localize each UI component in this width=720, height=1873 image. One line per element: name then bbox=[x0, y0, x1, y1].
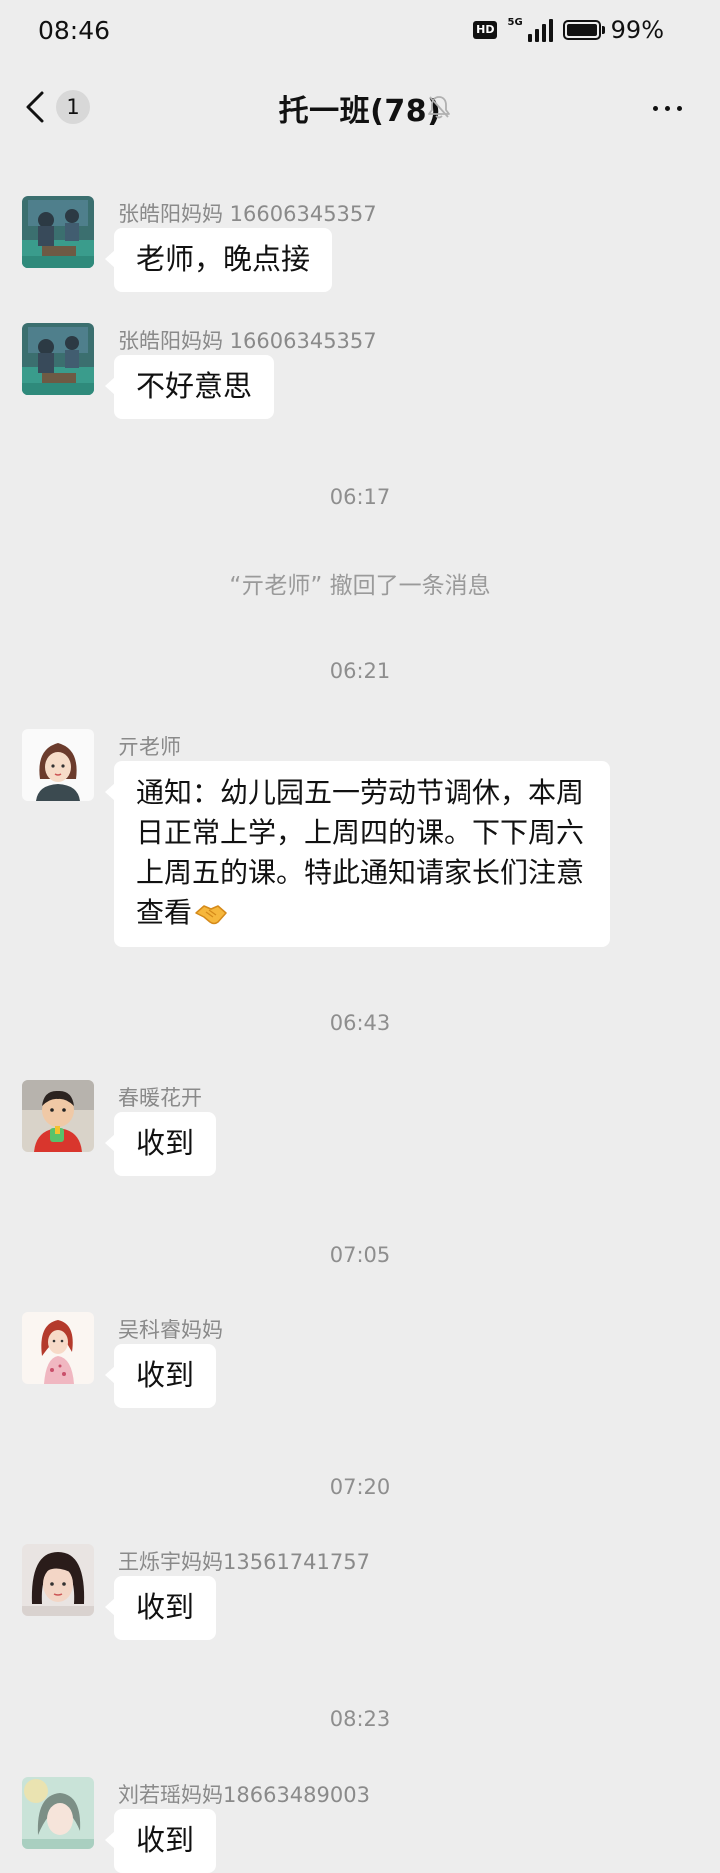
toddler-photo-avatar bbox=[22, 1080, 94, 1152]
girl-illustration-avatar bbox=[22, 1312, 94, 1384]
message-timestamp: 07:20 bbox=[329, 1475, 391, 1499]
avatar[interactable] bbox=[22, 323, 94, 395]
network-type: 5G bbox=[507, 17, 523, 28]
sender-name: 吴科睿妈妈 bbox=[118, 1318, 223, 1342]
classroom-photo-avatar bbox=[22, 196, 94, 268]
avatar[interactable] bbox=[22, 1080, 94, 1152]
avatar[interactable] bbox=[22, 729, 94, 801]
hd-icon: HD bbox=[473, 21, 498, 39]
woman-cartoon-avatar bbox=[22, 729, 94, 801]
sender-name: 张皓阳妈妈 16606345357 bbox=[118, 202, 377, 226]
message-bubble[interactable]: 收到 bbox=[104, 1809, 217, 1873]
signal-icon: 5G bbox=[507, 17, 553, 42]
message-bubble[interactable]: 收到 bbox=[104, 1112, 217, 1176]
sender-name: 张皓阳妈妈 16606345357 bbox=[118, 329, 377, 353]
message-timestamp: 06:17 bbox=[329, 485, 391, 509]
battery-icon bbox=[562, 20, 605, 40]
avatar[interactable] bbox=[22, 196, 94, 268]
avatar[interactable] bbox=[22, 1777, 94, 1849]
message-timestamp: 06:43 bbox=[329, 1011, 391, 1035]
chat-header: 1 托一班(78) bbox=[0, 64, 720, 150]
sender-name: 亓老师 bbox=[118, 735, 181, 759]
sender-name: 王烁宇妈妈13561741757 bbox=[118, 1550, 370, 1574]
chat-title: 托一班(78) bbox=[278, 94, 442, 129]
battery-percent: 99% bbox=[610, 16, 664, 44]
classroom-photo-avatar bbox=[22, 323, 94, 395]
recall-notice: “亓老师” 撤回了一条消息 bbox=[229, 573, 491, 599]
message-bubble[interactable]: 通知：幼儿园五一劳动节调休，本周日正常上学，上周四的课。下下周六上周五的课。特此… bbox=[105, 761, 610, 947]
more-button[interactable] bbox=[642, 90, 692, 126]
more-icon-dot bbox=[652, 105, 658, 111]
message-bubble[interactable]: 收到 bbox=[104, 1344, 217, 1408]
sender-name: 刘若瑶妈妈18663489003 bbox=[118, 1783, 370, 1807]
status-bar: 08:46 HD 5G 99% bbox=[0, 0, 720, 64]
message-timestamp: 07:05 bbox=[329, 1243, 391, 1267]
more-icon-dot bbox=[664, 105, 670, 111]
battery-level bbox=[566, 24, 597, 36]
handshake-emoji-icon bbox=[195, 905, 227, 925]
message-bubble[interactable]: 老师，晚点接 bbox=[104, 228, 333, 292]
status-indicators: HD 5G 99% bbox=[473, 16, 664, 44]
avatar[interactable] bbox=[22, 1544, 94, 1616]
message-timestamp: 08:23 bbox=[329, 1707, 391, 1731]
sender-name: 春暖花开 bbox=[118, 1086, 202, 1110]
message-bubble[interactable]: 收到 bbox=[104, 1576, 217, 1640]
avatar[interactable] bbox=[22, 1312, 94, 1384]
woman-selfie-avatar bbox=[22, 1544, 94, 1616]
message-timestamp: 06:21 bbox=[329, 659, 391, 683]
soft-portrait-avatar bbox=[22, 1777, 94, 1849]
mute-bell-icon bbox=[428, 96, 450, 119]
status-time: 08:46 bbox=[38, 16, 111, 45]
more-icon-dot bbox=[676, 105, 682, 111]
message-bubble[interactable]: 不好意思 bbox=[104, 355, 275, 419]
